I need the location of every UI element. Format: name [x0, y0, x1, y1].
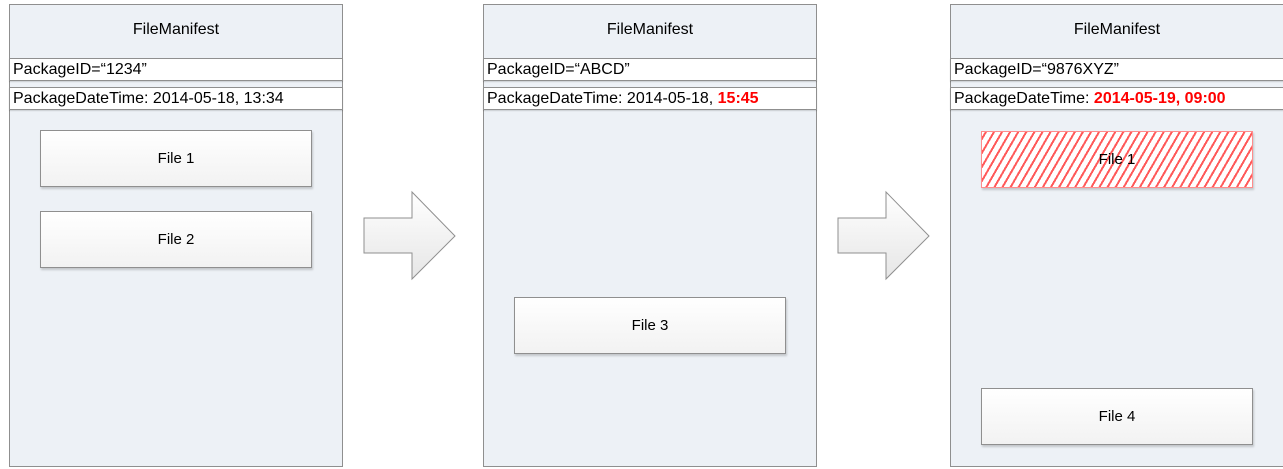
deleted-file-box: File 1 — [981, 131, 1253, 188]
package-id-field: PackageID=“1234” — [9, 58, 343, 81]
package-datetime-label: PackageDateTime: — [954, 90, 1094, 107]
file-box: File 2 — [40, 211, 312, 268]
package-datetime-value: 2014-05-18, 13:34 — [152, 90, 284, 107]
package-datetime-value: 2014-05-18, — [626, 90, 718, 107]
file-manifest-panel-3: FileManifest PackageID=“9876XYZ” Package… — [950, 4, 1283, 467]
manifest-title: FileManifest — [132, 21, 220, 38]
package-datetime-changed: 15:45 — [717, 90, 759, 107]
package-datetime-label: PackageDateTime: — [487, 90, 627, 107]
package-datetime-label: PackageDateTime: — [13, 90, 153, 107]
package-id-field: PackageID=“ABCD” — [483, 58, 817, 81]
right-arrow-icon — [363, 190, 456, 281]
package-datetime-field: PackageDateTime: 2014-05-18, 13:34 — [9, 87, 343, 110]
file-manifest-panel-1: FileManifest PackageID=“1234” PackageDat… — [9, 4, 343, 467]
manifest-title: FileManifest — [1073, 21, 1161, 38]
package-datetime-field: PackageDateTime: 2014-05-19, 09:00 — [950, 87, 1283, 110]
file-box: File 4 — [981, 388, 1253, 445]
file-box: File 1 — [40, 130, 312, 187]
file-manifest-panel-2: FileManifest PackageID=“ABCD” PackageDat… — [483, 4, 817, 467]
file-box: File 3 — [514, 297, 786, 354]
manifest-title: FileManifest — [606, 21, 694, 38]
package-id-field: PackageID=“9876XYZ” — [950, 58, 1283, 81]
right-arrow-icon — [837, 190, 930, 281]
package-datetime-field: PackageDateTime: 2014-05-18, 15:45 — [483, 87, 817, 110]
package-datetime-changed: 2014-05-19, 09:00 — [1093, 90, 1226, 107]
